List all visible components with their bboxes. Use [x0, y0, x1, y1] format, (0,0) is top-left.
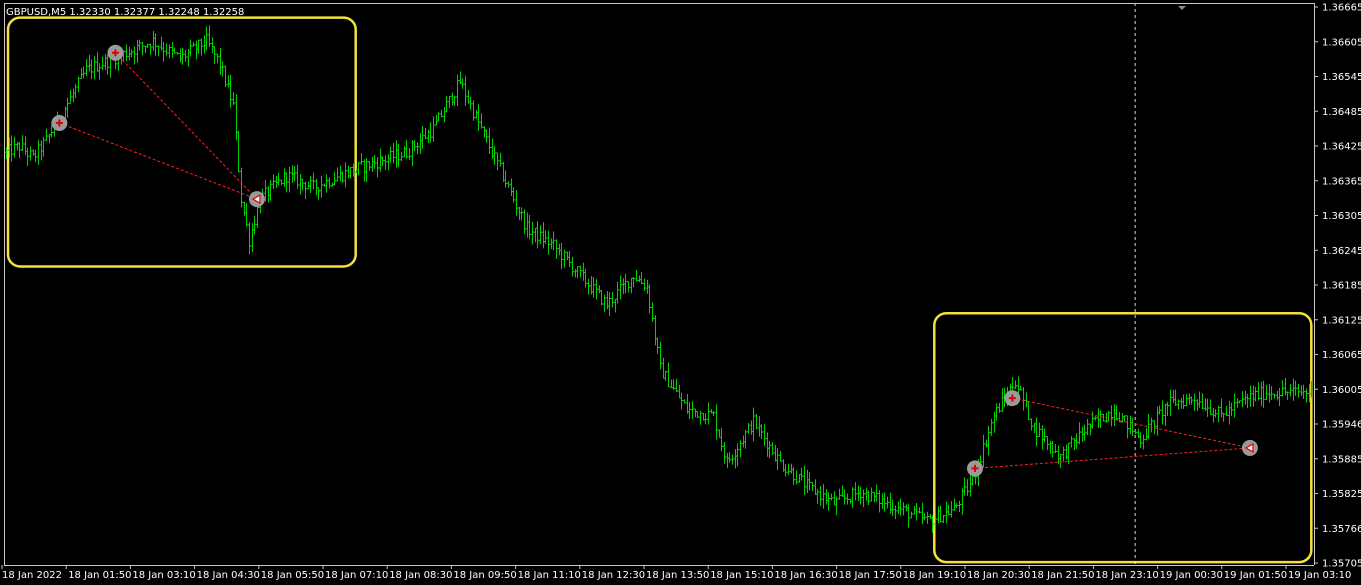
- y-tick-label: 1.36605: [1322, 37, 1361, 48]
- trade-entry-icon[interactable]: [51, 115, 68, 132]
- x-tick-label: 18 Jan 08:30: [389, 570, 452, 581]
- x-tick-label: 18 Jan 20:30: [967, 570, 1030, 581]
- x-tick-label: 18 Jan 23:10: [1095, 570, 1158, 581]
- trade-exit-icon[interactable]: [1241, 439, 1258, 456]
- chart-title: GBPUSD,M5 1.32330 1.32377 1.32248 1.3225…: [6, 7, 244, 18]
- y-tick-label: 1.35946: [1322, 420, 1361, 431]
- trade-exit-icon[interactable]: [248, 191, 265, 208]
- y-tick-label: 1.35705: [1322, 559, 1361, 570]
- y-tick-label: 1.36065: [1322, 350, 1361, 361]
- x-tick-label: 18 Jan 15:10: [710, 570, 773, 581]
- x-tick-label: 18 Jan 17:50: [839, 570, 902, 581]
- y-tick-label: 1.36185: [1322, 281, 1361, 292]
- x-tick-label: 19 Jan 00:30: [1160, 570, 1223, 581]
- x-tick-label: 18 Jan 11:10: [518, 570, 581, 581]
- x-tick-label: 18 Jan 2022: [2, 570, 62, 581]
- x-tick-label: 18 Jan 12:30: [582, 570, 645, 581]
- price-chart[interactable]: 1.36665 1.36605 1.36545 1.36485 1.36425 1.363…: [0, 0, 1361, 585]
- y-tick-label: 1.35766: [1322, 524, 1361, 535]
- x-tick-label: 18 Jan 19:10: [903, 570, 966, 581]
- x-tick-label: 19 Jan 03:10: [1288, 570, 1351, 581]
- x-tick-label: 18 Jan 07:10: [325, 570, 388, 581]
- trade-entry-icon[interactable]: [966, 460, 983, 477]
- y-tick-label: 1.36665: [1322, 3, 1361, 14]
- y-tick-label: 1.35885: [1322, 454, 1361, 465]
- y-tick-label: 1.36545: [1322, 72, 1361, 83]
- x-tick-label: 18 Jan 03:10: [132, 570, 195, 581]
- chart-window[interactable]: 1.36665 1.36605 1.36545 1.36485 1.36425 1.363…: [0, 0, 1361, 585]
- y-tick-label: 1.36005: [1322, 385, 1361, 396]
- x-tick-label: 18 Jan 05:50: [261, 570, 324, 581]
- x-tick-label: 18 Jan 01:50: [68, 570, 131, 581]
- y-tick-label: 1.36425: [1322, 142, 1361, 153]
- trade-entry-icon[interactable]: [107, 44, 124, 61]
- chart-background: [0, 0, 1361, 585]
- y-tick-label: 1.36485: [1322, 107, 1361, 118]
- x-tick-label: 18 Jan 13:50: [646, 570, 709, 581]
- x-tick-label: 18 Jan 21:50: [1031, 570, 1094, 581]
- y-tick-label: 1.36245: [1322, 246, 1361, 257]
- y-tick-label: 1.36365: [1322, 176, 1361, 187]
- y-tick-label: 1.36305: [1322, 211, 1361, 222]
- y-tick-label: 1.36125: [1322, 315, 1361, 326]
- x-tick-label: 18 Jan 04:30: [197, 570, 260, 581]
- x-tick-label: 18 Jan 09:50: [453, 570, 516, 581]
- x-tick-label: 19 Jan 01:50: [1224, 570, 1287, 581]
- x-tick-label: 18 Jan 16:30: [774, 570, 837, 581]
- y-tick-label: 1.35825: [1322, 489, 1361, 500]
- trade-entry-icon[interactable]: [1004, 390, 1021, 407]
